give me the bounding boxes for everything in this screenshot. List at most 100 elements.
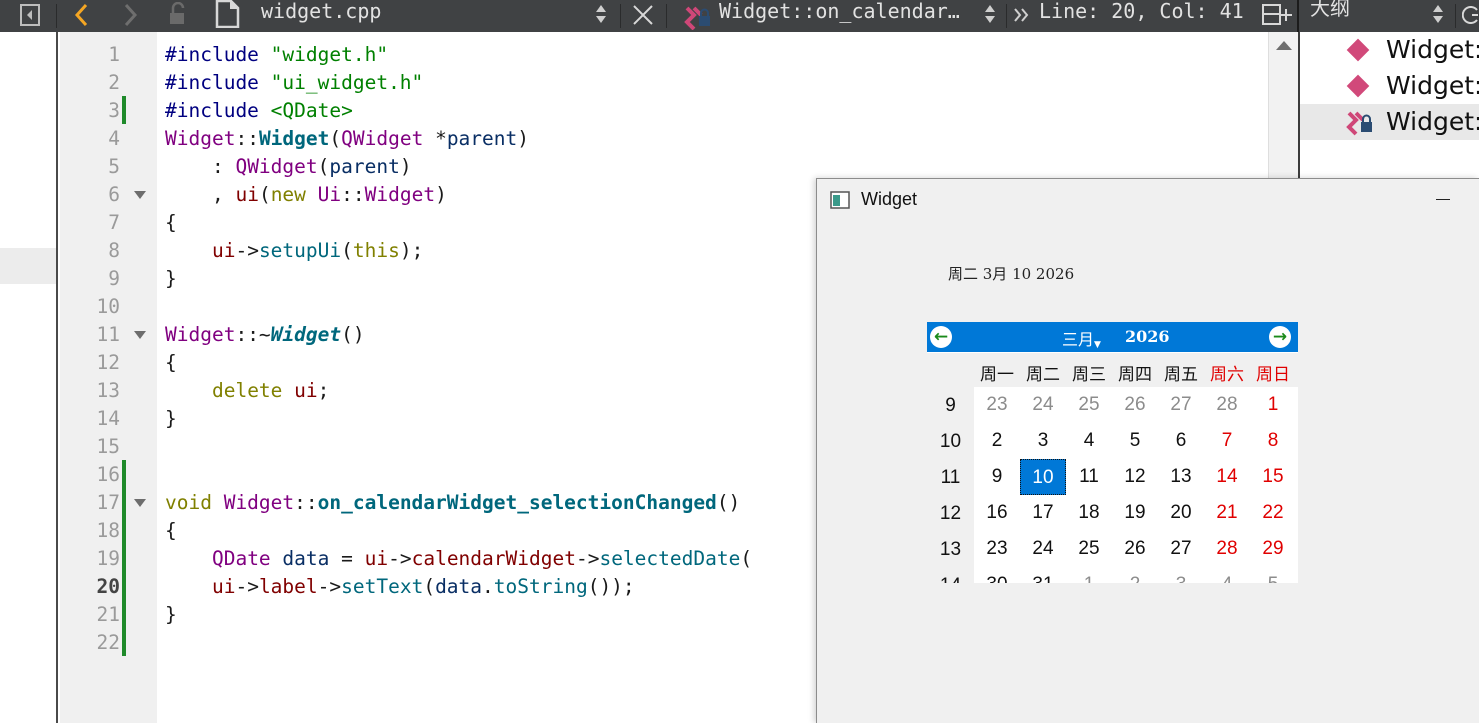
calendar-day[interactable]: 2 — [1112, 567, 1158, 583]
code-line[interactable]: void Widget::on_calendarWidget_selection… — [165, 489, 740, 517]
prev-month-arrow-icon[interactable]: ← — [930, 326, 952, 348]
calendar-day[interactable]: 21 — [1204, 495, 1250, 531]
calendar-day[interactable]: 27 — [1158, 387, 1204, 423]
calendar-day[interactable]: 22 — [1250, 495, 1296, 531]
fold-arrow-icon[interactable] — [134, 499, 146, 507]
calendar-day[interactable]: 25 — [1066, 531, 1112, 567]
file-switch-dropdown-icon[interactable] — [594, 2, 608, 26]
calendar-day[interactable]: 1 — [1066, 567, 1112, 583]
calendar-widget[interactable]: ← 三月▼ 2026 → 周一周二周三周四周五周六周日 91011121314 … — [927, 322, 1298, 583]
toggle-sidebar-icon[interactable] — [20, 4, 40, 26]
calendar-day[interactable]: 5 — [1250, 567, 1296, 583]
calendar-day[interactable]: 27 — [1158, 531, 1204, 567]
calendar-day[interactable]: 13 — [1158, 459, 1204, 495]
code-line[interactable]: QDate data = ui->calendarWidget->selecte… — [165, 545, 752, 573]
code-line[interactable]: : QWidget(parent) — [165, 153, 412, 181]
calendar-day[interactable]: 30 — [974, 567, 1020, 583]
fold-arrow-icon[interactable] — [134, 331, 146, 339]
code-line[interactable]: { — [165, 517, 177, 545]
outline-item[interactable]: Widget:: — [1300, 32, 1479, 68]
code-line[interactable]: ui->label->setText(data.toString()); — [165, 573, 635, 601]
code-line[interactable]: delete ui; — [165, 377, 329, 405]
changed-lines-marker — [122, 460, 126, 656]
close-document-icon[interactable] — [632, 4, 654, 26]
calendar-day[interactable]: 20 — [1158, 495, 1204, 531]
calendar-day[interactable]: 12 — [1112, 459, 1158, 495]
outline-item[interactable]: Widget:: — [1300, 68, 1479, 104]
code-line[interactable]: #include "widget.h" — [165, 41, 388, 69]
double-chevron-icon[interactable] — [1013, 7, 1031, 23]
calendar-day[interactable]: 18 — [1066, 495, 1112, 531]
minimize-button[interactable] — [1436, 199, 1450, 200]
code-token: ( — [423, 575, 436, 598]
calendar-day[interactable]: 4 — [1066, 423, 1112, 459]
code-token: new — [270, 183, 318, 206]
calendar-day[interactable]: 24 — [1020, 531, 1066, 567]
outline-dropdown-icon[interactable] — [1431, 2, 1445, 26]
code-line[interactable]: } — [165, 405, 177, 433]
calendar-day[interactable]: 3 — [1020, 423, 1066, 459]
calendar-day[interactable]: 2 — [974, 423, 1020, 459]
split-view-icon[interactable] — [1262, 3, 1292, 27]
calendar-day[interactable]: 16 — [974, 495, 1020, 531]
code-line[interactable]: Widget::Widget(QWidget *parent) — [165, 125, 529, 153]
calendar-day[interactable]: 24 — [1020, 387, 1066, 423]
calendar-day[interactable]: 5 — [1112, 423, 1158, 459]
code-token: setupUi — [258, 239, 342, 262]
calendar-day[interactable]: 25 — [1066, 387, 1112, 423]
calendar-day[interactable]: 19 — [1112, 495, 1158, 531]
calendar-day[interactable]: 15 — [1250, 459, 1296, 495]
code-line[interactable]: #include "ui_widget.h" — [165, 69, 423, 97]
calendar-day[interactable]: 1 — [1250, 387, 1296, 423]
month-selector[interactable]: 三月▼ — [1062, 326, 1101, 350]
calendar-day[interactable]: 11 — [1066, 459, 1112, 495]
calendar-day-selected[interactable]: 10 — [1020, 459, 1066, 495]
code-token: Widget — [165, 127, 236, 150]
calendar-day[interactable]: 14 — [1204, 459, 1250, 495]
open-file-name[interactable]: widget.cpp — [261, 1, 381, 21]
current-symbol[interactable]: Widget::on_calendar… — [719, 1, 960, 21]
cursor-position[interactable]: Line: 20, Col: 41 — [1039, 1, 1244, 21]
sync-icon[interactable] — [1462, 3, 1479, 27]
calendar-day[interactable]: 28 — [1204, 387, 1250, 423]
calendar-day[interactable]: 3 — [1158, 567, 1204, 583]
calendar-day[interactable]: 7 — [1204, 423, 1250, 459]
code-line[interactable]: Widget::~Widget() — [165, 321, 365, 349]
scroll-up-arrow-icon[interactable] — [1276, 41, 1292, 50]
back-arrow-icon[interactable] — [72, 3, 92, 27]
code-line[interactable]: #include <QDate> — [165, 97, 353, 125]
year-selector[interactable]: 2026 — [1125, 327, 1170, 346]
code-token: QWidget — [235, 155, 318, 178]
window-titlebar[interactable]: Widget — [817, 179, 1479, 221]
calendar-day[interactable]: 28 — [1204, 531, 1250, 567]
calendar-day[interactable]: 31 — [1020, 567, 1066, 583]
code-line[interactable]: } — [165, 601, 177, 629]
outline-item-selected[interactable]: Widget:: — [1300, 104, 1479, 140]
symbol-dropdown-icon[interactable] — [983, 2, 997, 26]
calendar-day[interactable]: 26 — [1112, 387, 1158, 423]
code-line[interactable]: ui->setupUi(this); — [165, 237, 423, 265]
code-line[interactable]: { — [165, 349, 177, 377]
calendar-day[interactable]: 4 — [1204, 567, 1250, 583]
calendar-day[interactable]: 23 — [974, 387, 1020, 423]
lock-icon[interactable] — [166, 2, 190, 26]
calendar-day[interactable]: 6 — [1158, 423, 1204, 459]
calendar-day[interactable]: 29 — [1250, 531, 1296, 567]
code-token: QDate — [211, 547, 271, 570]
next-month-arrow-icon[interactable]: → — [1269, 326, 1291, 348]
code-token: } — [165, 407, 177, 430]
code-line[interactable]: , ui(new Ui::Widget) — [165, 181, 447, 209]
code-line[interactable]: } — [165, 265, 177, 293]
fold-arrow-icon[interactable] — [134, 191, 146, 199]
code-token: . — [482, 575, 494, 598]
calendar-day[interactable]: 17 — [1020, 495, 1066, 531]
forward-arrow-icon[interactable] — [120, 3, 140, 27]
code-line[interactable]: { — [165, 209, 177, 237]
calendar-day[interactable]: 9 — [974, 459, 1020, 495]
calendar-day[interactable]: 8 — [1250, 423, 1296, 459]
code-token: ui — [364, 547, 389, 570]
calendar-day[interactable]: 26 — [1112, 531, 1158, 567]
calendar-day[interactable]: 23 — [974, 531, 1020, 567]
code-token: ); — [399, 239, 424, 262]
code-token: label — [258, 575, 318, 598]
